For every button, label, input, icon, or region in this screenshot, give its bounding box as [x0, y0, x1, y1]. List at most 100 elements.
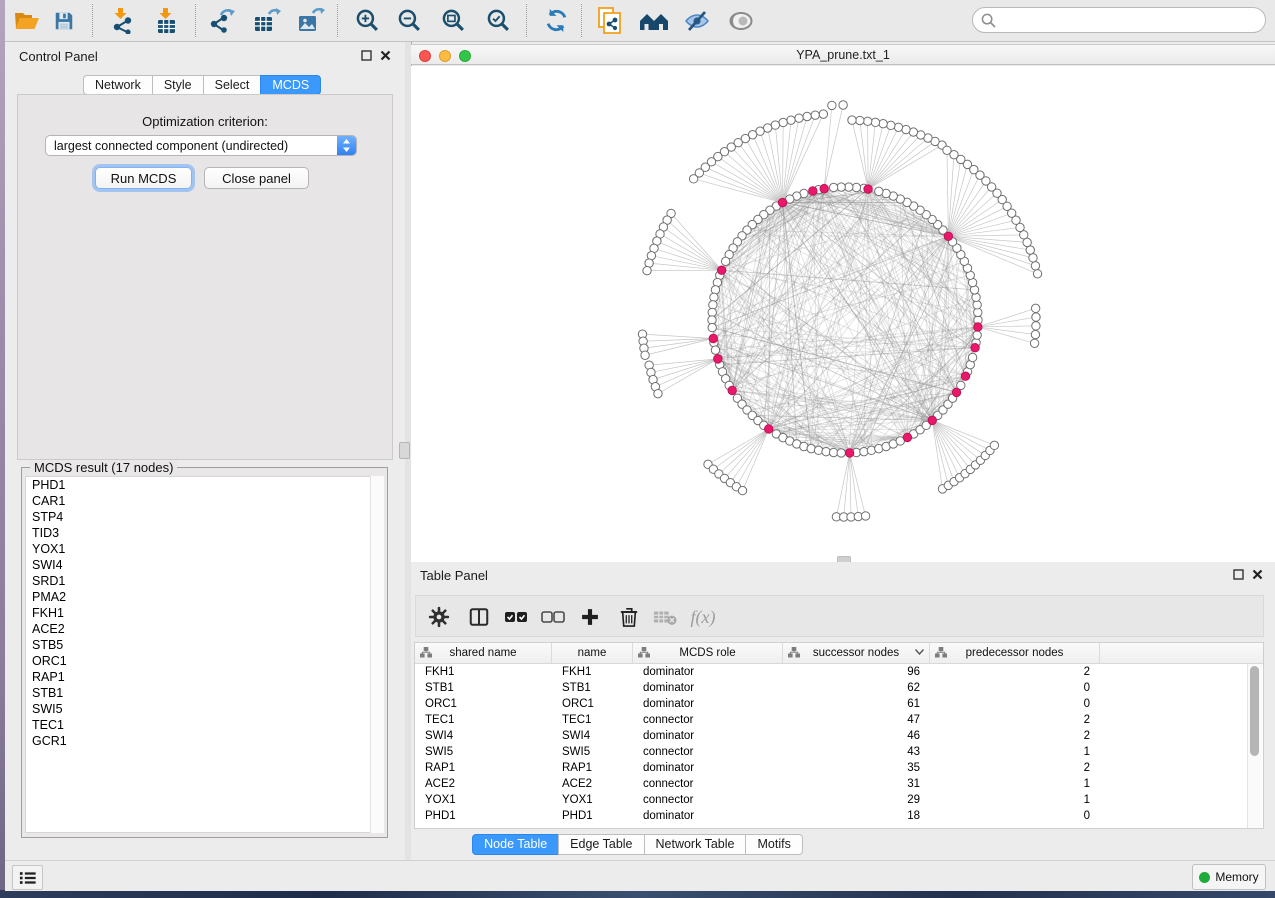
search-input[interactable]	[1001, 12, 1265, 28]
column-header-name[interactable]: name	[552, 643, 633, 663]
table-row[interactable]: YOX1YOX1connector291	[415, 792, 1263, 808]
table-scrollbar-thumb[interactable]	[1250, 666, 1259, 756]
tab-network[interactable]: Network	[83, 75, 153, 95]
criterion-value: largest connected component (undirected)	[46, 139, 337, 153]
export-network-button[interactable]	[204, 5, 240, 36]
open-file-button[interactable]	[9, 5, 45, 36]
zoom-selected-button[interactable]	[480, 5, 516, 36]
table-cell: FKH1	[552, 664, 633, 680]
mcds-result-item[interactable]: YOX1	[26, 541, 370, 557]
mcds-result-item[interactable]: CAR1	[26, 493, 370, 509]
criterion-dropdown[interactable]: largest connected component (undirected)	[45, 135, 357, 156]
create-column-button[interactable]	[575, 603, 605, 631]
table-row[interactable]: PHD1PHD1dominator180	[415, 808, 1263, 824]
table-cell: 18	[783, 808, 930, 824]
unselect-all-columns-button[interactable]	[538, 603, 568, 631]
zoom-out-button[interactable]	[391, 5, 427, 36]
mcds-result-item[interactable]: STB1	[26, 685, 370, 701]
mcds-result-item[interactable]: SWI4	[26, 557, 370, 573]
mcds-result-list[interactable]: PHD1CAR1STP4TID3YOX1SWI4SRD1PMA2FKH1ACE2…	[25, 476, 371, 833]
hide-selected-button[interactable]	[679, 5, 715, 36]
search-field[interactable]	[972, 7, 1266, 33]
export-table-button[interactable]	[249, 5, 285, 36]
mcds-result-item[interactable]: ORC1	[26, 653, 370, 669]
tab-style[interactable]: Style	[152, 75, 204, 95]
table-row[interactable]: SWI4SWI4dominator462	[415, 728, 1263, 744]
tab-node-table[interactable]: Node Table	[472, 834, 559, 855]
table-cell: STB1	[415, 680, 552, 696]
first-neighbors-button[interactable]	[636, 5, 672, 36]
table-settings-button[interactable]	[424, 603, 454, 631]
close-panel-button[interactable]: Close panel	[204, 167, 309, 189]
show-column-panel-button[interactable]	[464, 603, 494, 631]
table-cell: 35	[783, 760, 930, 776]
network-window-titlebar[interactable]: YPA_prune.txt_1	[411, 44, 1275, 65]
table-row[interactable]: ACE2ACE2connector311	[415, 776, 1263, 792]
mcds-result-scrollbar[interactable]	[370, 476, 384, 833]
table-cell: 1	[930, 776, 1100, 792]
control-panel-float-button[interactable]	[361, 50, 374, 63]
delete-table-button[interactable]	[650, 603, 680, 631]
eye-slash-icon	[684, 9, 710, 33]
splitter-collapse-handle[interactable]	[399, 442, 410, 459]
table-cell: PHD1	[415, 808, 552, 824]
table-cell: SWI4	[552, 728, 633, 744]
tab-mcds[interactable]: MCDS	[260, 75, 321, 95]
mcds-result-item[interactable]: STP4	[26, 509, 370, 525]
export-image-button[interactable]	[293, 5, 329, 36]
table-row[interactable]: SWI5SWI5connector431	[415, 744, 1263, 760]
import-network-button[interactable]	[104, 5, 140, 36]
table-panel-float-button[interactable]	[1233, 569, 1246, 582]
table-cell: 96	[783, 664, 930, 680]
table-scrollbar[interactable]	[1247, 664, 1262, 828]
zoom-in-button[interactable]	[349, 5, 385, 36]
toolbar-separator	[526, 4, 527, 37]
delete-column-button[interactable]	[614, 603, 644, 631]
table-row[interactable]: RAP1RAP1dominator352	[415, 760, 1263, 776]
table-row[interactable]: FKH1FKH1dominator962	[415, 664, 1263, 680]
tab-select[interactable]: Select	[203, 75, 262, 95]
mcds-result-item[interactable]: GCR1	[26, 733, 370, 749]
table-row[interactable]: TEC1TEC1connector472	[415, 712, 1263, 728]
table-row[interactable]: STB1STB1dominator620	[415, 680, 1263, 696]
column-header-MCDS-role[interactable]: MCDS role	[633, 643, 783, 663]
mcds-result-item[interactable]: FKH1	[26, 605, 370, 621]
tab-edge-table[interactable]: Edge Table	[558, 834, 644, 855]
select-all-columns-button[interactable]	[501, 603, 531, 631]
table-panel-close-button[interactable]	[1252, 569, 1265, 582]
network-canvas[interactable]	[411, 66, 1275, 562]
function-builder-button[interactable]: f(x)	[688, 603, 718, 631]
refresh-layout-button[interactable]	[538, 5, 574, 36]
mcds-result-item[interactable]: TEC1	[26, 717, 370, 733]
table-cell: RAP1	[552, 760, 633, 776]
mcds-result-item[interactable]: TID3	[26, 525, 370, 541]
mcds-panel: Optimization criterion: largest connecte…	[17, 94, 393, 460]
mcds-result-item[interactable]: RAP1	[26, 669, 370, 685]
clone-network-button[interactable]	[592, 5, 628, 36]
zoom-fit-button[interactable]	[435, 5, 471, 36]
mcds-result-item[interactable]: SRD1	[26, 573, 370, 589]
show-all-button[interactable]	[723, 5, 759, 36]
column-header-successor-nodes[interactable]: successor nodes	[783, 643, 930, 663]
column-header-shared-name[interactable]: shared name	[415, 643, 552, 663]
node-table: shared namenameMCDS rolesuccessor nodesp…	[414, 642, 1264, 829]
toolbar-separator	[581, 4, 582, 37]
mcds-result-item[interactable]: PMA2	[26, 589, 370, 605]
main-toolbar	[5, 0, 1275, 42]
column-header-predecessor-nodes[interactable]: predecessor nodes	[930, 643, 1100, 663]
mcds-result-item[interactable]: ACE2	[26, 621, 370, 637]
task-history-button[interactable]	[12, 865, 43, 890]
table-row[interactable]: ORC1ORC1dominator610	[415, 696, 1263, 712]
import-table-button[interactable]	[149, 5, 185, 36]
dropdown-stepper-icon	[337, 136, 356, 155]
checked-boxes-icon	[504, 610, 528, 624]
save-session-button[interactable]	[46, 5, 82, 36]
tab-motifs[interactable]: Motifs	[745, 834, 802, 855]
control-panel-close-button[interactable]	[380, 50, 393, 63]
tab-network-table[interactable]: Network Table	[644, 834, 747, 855]
mcds-result-item[interactable]: PHD1	[26, 477, 370, 493]
run-mcds-button[interactable]: Run MCDS	[95, 167, 192, 189]
mcds-result-item[interactable]: STB5	[26, 637, 370, 653]
mcds-result-item[interactable]: SWI5	[26, 701, 370, 717]
memory-button[interactable]: Memory	[1192, 864, 1266, 890]
